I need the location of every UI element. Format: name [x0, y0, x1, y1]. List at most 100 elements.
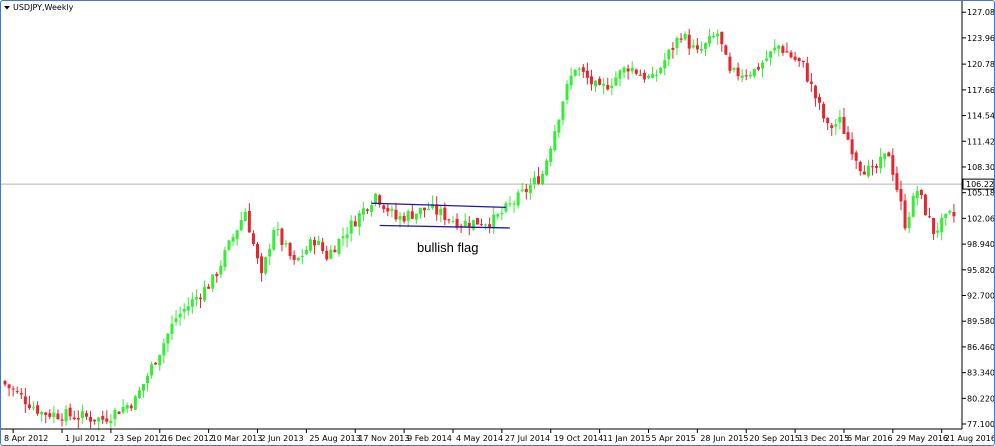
candle-down	[475, 217, 479, 225]
x-tick-label: 16 Dec 2012	[163, 434, 214, 443]
y-tick-label: 114.540	[967, 112, 994, 121]
x-tick-label: 19 Oct 2014	[554, 434, 603, 443]
chart-menu-arrow-icon[interactable]	[4, 6, 10, 10]
x-tick-label: 6 Mar 2016	[847, 434, 893, 443]
candle-up	[655, 74, 659, 76]
candle-up	[341, 236, 345, 239]
price-chart[interactable]: 127.080 123.960 120.780 117.660 114.540 111.4…	[1, 1, 994, 445]
candle-down	[207, 286, 211, 289]
candle-down	[36, 405, 40, 414]
candle-down	[634, 69, 638, 74]
y-tick-label: 127.080	[967, 8, 994, 17]
y-tick-label: 77.100	[967, 420, 994, 429]
candle-down	[728, 56, 732, 71]
candle-up	[699, 49, 703, 51]
y-tick-label: 98.940	[967, 240, 994, 249]
candle-down	[585, 70, 589, 78]
x-tick-label: 1 Jul 2012	[65, 434, 105, 443]
candle-down	[830, 125, 834, 129]
candle-down	[626, 68, 630, 72]
candle-up	[761, 62, 765, 69]
candle-up	[765, 58, 769, 61]
candle-down	[365, 209, 369, 211]
candle-up	[484, 224, 488, 226]
candle-down	[797, 58, 801, 62]
candle-up	[663, 60, 667, 69]
candle-up	[243, 211, 247, 222]
candle-up	[64, 409, 68, 422]
x-tick-label: 13 Dec 2015	[798, 434, 849, 443]
chart-title: USDJPY,Weekly	[13, 3, 74, 12]
candle-up	[146, 376, 150, 383]
candle-down	[862, 171, 866, 175]
y-tick-label: 89.580	[967, 317, 994, 326]
y-tick-label: 123.960	[967, 34, 994, 43]
candle-down	[638, 74, 642, 76]
candle-down	[952, 211, 956, 217]
candle-up	[178, 313, 182, 318]
candle-up	[137, 390, 141, 399]
candle-down	[744, 75, 748, 77]
candle-up	[614, 77, 618, 86]
candle-up	[162, 343, 166, 356]
candle-down	[7, 384, 11, 389]
candle-down	[48, 413, 52, 417]
candle-up	[948, 211, 952, 213]
x-tick-label: 5 Apr 2015	[651, 434, 695, 443]
candle-up	[406, 211, 410, 221]
candle-up	[370, 205, 374, 212]
candle-down	[198, 297, 202, 299]
candle-down	[818, 96, 822, 103]
candle-up	[272, 230, 276, 250]
candle-down	[333, 249, 337, 253]
x-tick-label: 11 Jan 2015	[603, 434, 651, 443]
candle-up	[125, 404, 129, 409]
candle-up	[329, 249, 333, 259]
candle-down	[809, 81, 813, 84]
candle-down	[598, 78, 602, 85]
candle-down	[321, 242, 325, 251]
candle-down	[105, 418, 109, 422]
candle-up	[866, 165, 870, 177]
candle-up	[667, 49, 671, 60]
candle-down	[154, 362, 158, 365]
candle-down	[215, 273, 219, 277]
candle-up	[773, 47, 777, 51]
candle-up	[182, 308, 186, 312]
x-tick-label: 2 Jun 2013	[261, 434, 304, 443]
candle-up	[276, 228, 280, 230]
candle-down	[19, 393, 23, 395]
candle-up	[557, 119, 561, 133]
candle-up	[451, 220, 455, 222]
candle-up	[97, 417, 101, 422]
candle-down	[932, 217, 936, 234]
candle-up	[284, 243, 288, 245]
y-tick-label: 92.700	[967, 292, 994, 301]
candle-up	[936, 230, 940, 233]
candle-up	[133, 396, 137, 410]
x-tick-label: 29 May 2016	[896, 434, 948, 443]
candle-up	[769, 51, 773, 58]
candle-down	[3, 380, 7, 385]
candle-down	[422, 207, 426, 211]
candle-up	[439, 208, 443, 215]
candle-down	[903, 200, 907, 229]
candle-up	[541, 173, 545, 184]
candle-down	[23, 396, 27, 405]
candle-up	[712, 35, 716, 38]
candle-up	[52, 412, 56, 418]
candle-up	[223, 250, 227, 268]
candle-down	[687, 34, 691, 49]
candle-up	[317, 240, 321, 245]
candle-up	[414, 213, 418, 220]
candle-up	[610, 85, 614, 88]
candle-down	[826, 118, 830, 124]
candle-up	[418, 207, 422, 215]
candle-down	[891, 155, 895, 175]
candle-down	[781, 46, 785, 53]
x-tick-label: 20 Sep 2015	[749, 434, 800, 443]
x-tick-label: 17 Nov 2013	[358, 434, 409, 443]
candle-down	[72, 417, 76, 420]
candle-down	[785, 51, 789, 53]
candle-up	[390, 208, 394, 211]
